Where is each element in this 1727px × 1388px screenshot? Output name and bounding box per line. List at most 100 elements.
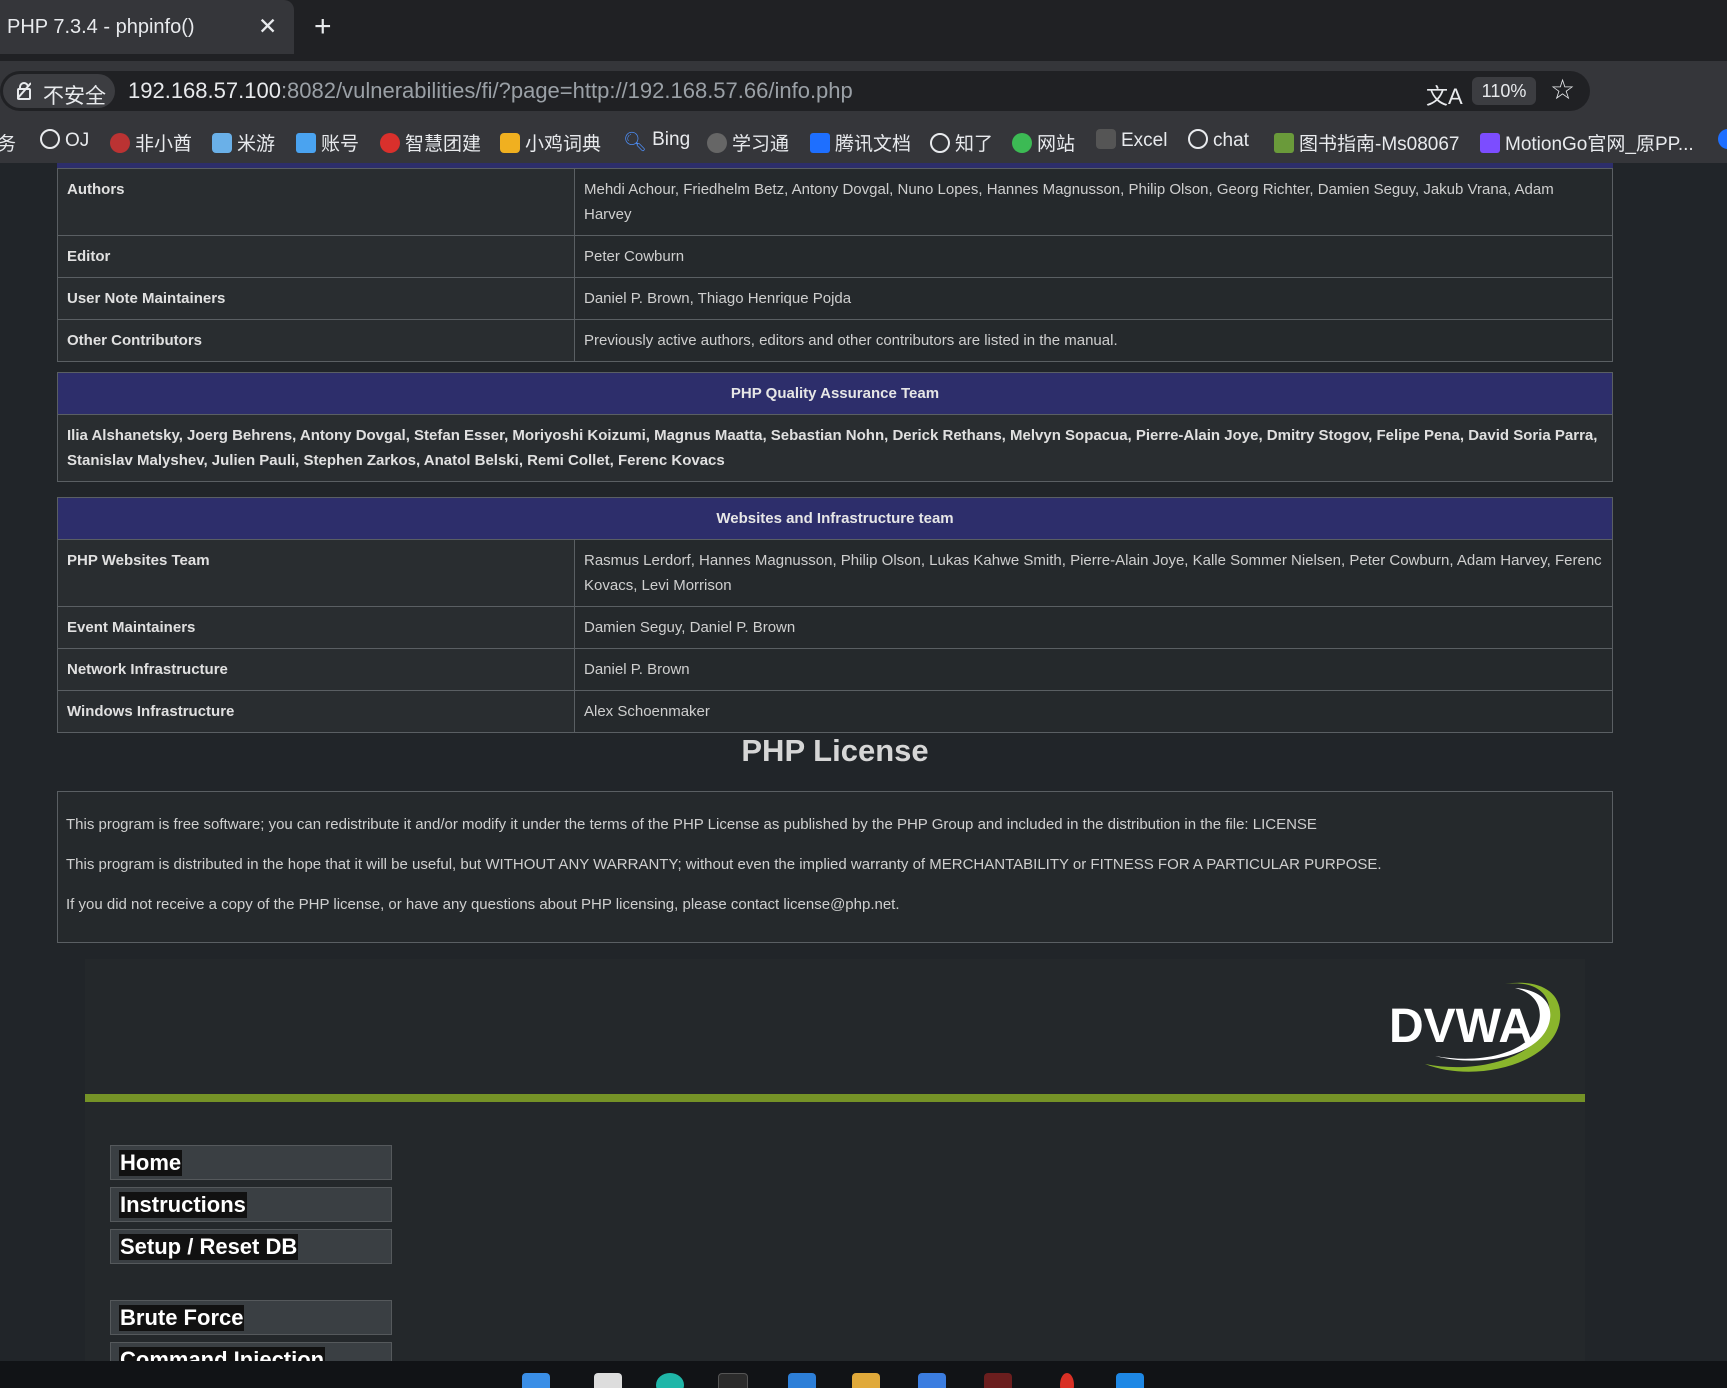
menu-item-command-injection[interactable]: Command Injection [110,1342,392,1361]
folder-icon[interactable] [852,1373,880,1388]
site-icon [810,133,830,153]
license-paragraph: If you did not receive a copy of the PHP… [66,896,900,913]
dvwa-logo-text: DVWA [1389,1000,1533,1053]
table-row: Authors Mehdi Achour, Friedhelm Betz, Ant… [57,168,1613,236]
bookmark-item[interactable]: Excel [1096,129,1167,152]
search-icon: 🔍︎ [623,132,648,153]
dvwa-container: DVWA Home Instructions Setup / Reset DB … [85,959,1585,1361]
lock-warning-icon [17,82,31,100]
translate-icon[interactable]: 文A [1426,79,1463,111]
menu-item-setup-reset-db[interactable]: Setup / Reset DB [110,1229,392,1264]
table-row: Ilia Alshanetsky, Joerg Behrens, Antony … [57,414,1613,482]
table-row: Event Maintainers Damien Seguy, Daniel P.… [57,606,1613,649]
new-tab-button[interactable]: + [314,12,332,42]
taskbar-app-icon[interactable] [918,1373,946,1388]
bookmark-item[interactable]: 非小酋 [110,129,192,156]
row-label: User Note Maintainers [57,277,575,320]
row-value: Daniel P. Brown, Thiago Henrique Pojda [574,277,1613,320]
row-value: Peter Cowburn [574,235,1613,278]
security-label: 不安全 [43,85,106,108]
table-header-row: Websites and Infrastructure team [57,497,1613,540]
page-content: Authors Mehdi Achour, Friedhelm Betz, Ant… [0,163,1727,1361]
credits-table: Authors Mehdi Achour, Friedhelm Betz, Ant… [57,168,1613,362]
browser-tab[interactable]: PHP 7.3.4 - phpinfo() ✕ [0,0,294,54]
toolbar: 不安全 192.168.57.100:8082/vulnerabilities/… [0,61,1727,117]
table-header-row: PHP Quality Assurance Team [57,372,1613,415]
bookmark-item[interactable]: 腾讯文档 [810,129,911,156]
license-heading: PHP License [741,733,929,768]
bookmark-item[interactable]: 🔍︎ Bing [623,129,690,153]
bookmark-item[interactable]: chat [1188,129,1249,152]
bookmark-item[interactable]: 图书指南-Ms08067 [1274,129,1460,156]
bookmark-item[interactable]: 智慧团建 [380,129,481,156]
site-icon [1012,133,1032,153]
site-icon [1096,129,1116,149]
taskbar-app-icon[interactable] [656,1373,684,1388]
windows-start-icon[interactable] [522,1373,550,1388]
taskbar-app-icon[interactable] [718,1373,748,1388]
qa-team-table: PHP Quality Assurance Team Ilia Alshanet… [57,372,1613,482]
qa-team-members: Ilia Alshanetsky, Joerg Behrens, Antony … [57,414,1613,482]
row-value: Mehdi Achour, Friedhelm Betz, Antony Dov… [574,168,1613,236]
table-row: PHP Websites Team Rasmus Lerdorf, Hannes … [57,539,1613,607]
license-box: This program is free software; you can r… [57,791,1613,943]
menu-item-instructions[interactable]: Instructions [110,1187,392,1222]
taskbar-app-icon[interactable] [788,1373,816,1388]
websites-team-table: Websites and Infrastructure team PHP Web… [57,497,1613,733]
tab-bar: PHP 7.3.4 - phpinfo() ✕ + [0,0,1727,61]
url-host: 192.168.57.100 [128,78,281,103]
menu-item-brute-force[interactable]: Brute Force [110,1300,392,1335]
bookmark-star-icon[interactable]: ☆ [1550,73,1575,106]
site-icon [212,133,232,153]
openai-icon [1188,129,1208,149]
taskbar-app-icon[interactable] [1060,1373,1074,1388]
bookmark-item[interactable]: 米游 [212,129,275,156]
site-icon [1480,133,1500,153]
table-row: Other Contributors Previously active auth… [57,319,1613,362]
bookmark-item[interactable]: 知了 [930,129,993,156]
row-value: Rasmus Lerdorf, Hannes Magnusson, Philip… [574,539,1613,607]
menu-item-home[interactable]: Home [110,1145,392,1180]
bookmark-item[interactable]: 学习通 [707,129,789,156]
bookmark-item[interactable]: MotionGo官网_原PP... [1480,129,1694,156]
row-value: Previously active authors, editors and o… [574,319,1613,362]
url-text[interactable]: 192.168.57.100:8082/vulnerabilities/fi/?… [128,78,853,104]
taskbar-app-icon[interactable] [984,1373,1012,1388]
bookmark-item[interactable]: 小鸡词典 [500,129,601,156]
row-label: Windows Infrastructure [57,690,575,733]
table-row: Network Infrastructure Daniel P. Brown [57,648,1613,691]
row-value: Damien Seguy, Daniel P. Brown [574,606,1613,649]
site-icon [110,133,130,153]
site-icon [1274,133,1294,153]
close-icon[interactable]: ✕ [258,13,277,40]
dvwa-logo: DVWA [1389,982,1561,1072]
dvwa-header: DVWA [85,959,1585,1094]
bookmark-overflow-icon[interactable] [1718,129,1727,152]
bookmark-item[interactable]: OJ [40,129,89,152]
header-divider [85,1094,1585,1102]
url-path: :8082/vulnerabilities/fi/?page=http://19… [280,78,853,103]
bookmark-item[interactable]: 服务 [0,129,16,156]
table-row: Editor Peter Cowburn [57,235,1613,278]
taskbar-app-icon[interactable] [594,1373,622,1388]
table-row: User Note Maintainers Daniel P. Brown, Th… [57,277,1613,320]
websites-team-heading: Websites and Infrastructure team [57,497,1613,540]
row-value: Alex Schoenmaker [574,690,1613,733]
site-icon [707,133,727,153]
bookmark-item[interactable]: 网站 [1012,129,1075,156]
row-label: Other Contributors [57,319,575,362]
security-chip[interactable]: 不安全 [3,74,115,108]
globe-icon [40,129,60,149]
globe-icon [930,133,950,153]
tab-title: PHP 7.3.4 - phpinfo() [7,16,195,38]
table-row: Windows Infrastructure Alex Schoenmaker [57,690,1613,733]
row-label: Network Infrastructure [57,648,575,691]
taskbar-app-icon[interactable] [1116,1373,1144,1388]
zoom-indicator[interactable]: 110% [1472,77,1536,105]
bookmark-item[interactable]: 账号 [296,129,359,156]
row-label: Event Maintainers [57,606,575,649]
row-label: Authors [57,168,575,236]
bookmarks-bar: 服务 OJ 非小酋 米游 账号 智慧团建 小鸡词典 🔍︎Bing 学习通 腾讯文… [0,117,1727,163]
row-value: Daniel P. Brown [574,648,1613,691]
address-bar[interactable]: 不安全 192.168.57.100:8082/vulnerabilities/… [0,71,1590,111]
